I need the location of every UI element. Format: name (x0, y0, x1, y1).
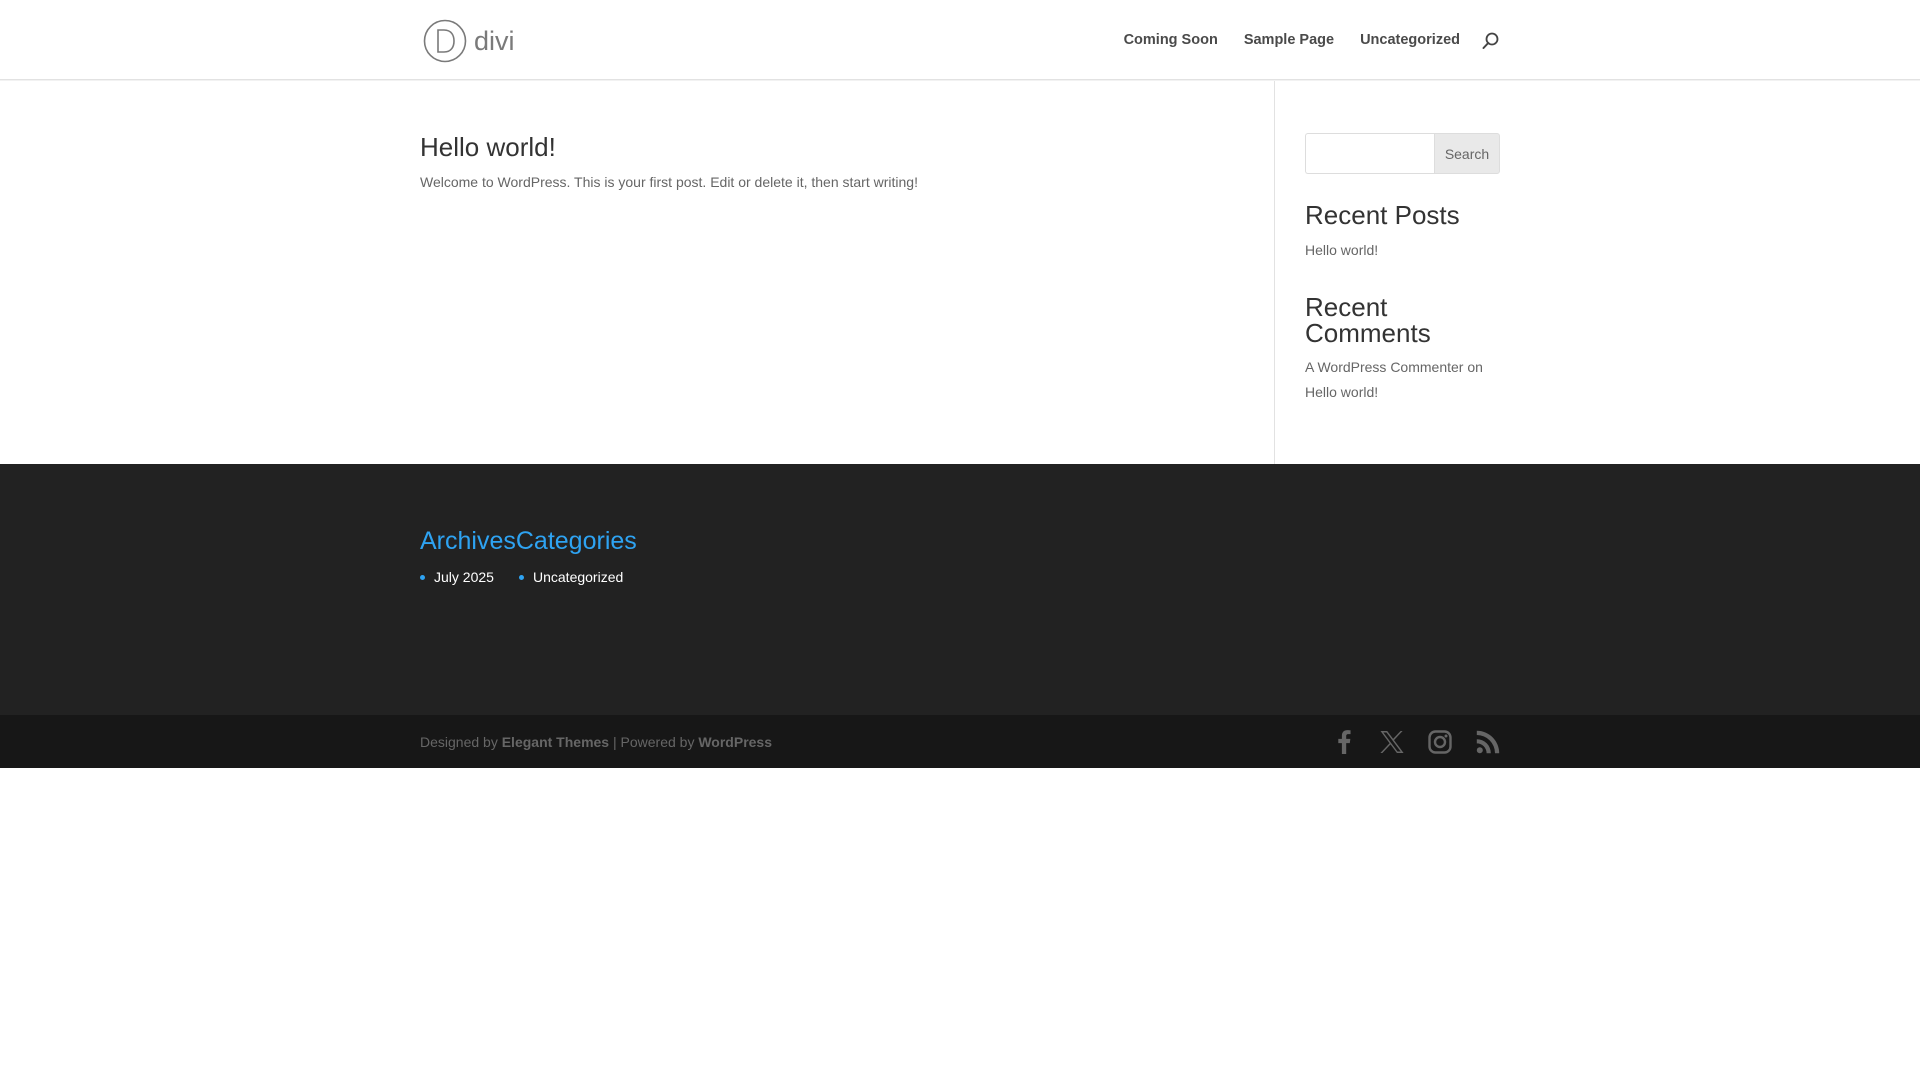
wordpress-link[interactable]: WordPress (698, 734, 772, 750)
post-excerpt: Welcome to WordPress. This is your first… (420, 174, 918, 190)
nav-item-coming-soon[interactable]: Coming Soon (1124, 31, 1218, 49)
x-icon[interactable] (1379, 729, 1405, 755)
bullet-icon (519, 574, 524, 580)
recent-comment-item: A WordPress Commenter on Hello world! (1305, 355, 1505, 405)
site-logo[interactable]: divi (423, 19, 519, 63)
search-input[interactable] (1305, 133, 1434, 174)
recent-posts-title: Recent Posts (1305, 200, 1460, 230)
recent-post-link[interactable]: Hello world! (1305, 238, 1378, 263)
credits-powered-by: Powered by (620, 734, 695, 750)
archive-link[interactable]: July 2025 (434, 567, 494, 587)
facebook-icon[interactable] (1331, 729, 1357, 755)
search-icon[interactable] (1481, 31, 1501, 51)
search-button[interactable]: Search (1434, 133, 1500, 174)
site-header: divi Coming Soon Sample Page Uncategoriz… (0, 0, 1920, 80)
svg-text:divi: divi (474, 26, 515, 56)
comment-connector: on (1467, 359, 1483, 375)
footer-credits: Designed by Elegant Themes | Powered by … (420, 732, 772, 752)
categories-list-item: Uncategorized (519, 567, 623, 587)
credits-designed-by: Designed by (420, 734, 498, 750)
instagram-icon[interactable] (1427, 729, 1453, 755)
comment-post-link[interactable]: Hello world! (1305, 384, 1378, 400)
elegant-themes-link[interactable]: Elegant Themes (502, 734, 609, 750)
nav-item-sample-page[interactable]: Sample Page (1244, 31, 1334, 49)
recent-comments-title-line1: Recent (1305, 292, 1388, 322)
sidebar-search-form: Search (1305, 133, 1500, 174)
bullet-icon (420, 574, 425, 580)
sidebar-divider (1274, 81, 1275, 464)
footer-headings: Archives Categories (420, 526, 637, 556)
footer-widgets: Archives Categories July 2025 Uncategoriz… (0, 464, 1920, 715)
footer-bottom-bar: Designed by Elegant Themes | Powered by … (0, 715, 1920, 768)
rss-icon[interactable] (1475, 729, 1501, 755)
category-link[interactable]: Uncategorized (533, 567, 623, 587)
post-title[interactable]: Hello world! (420, 131, 556, 163)
main-nav: Coming Soon Sample Page Uncategorized (1124, 31, 1460, 49)
main-content: Hello world! Welcome to WordPress. This … (0, 81, 1920, 464)
credits-separator: | (612, 734, 617, 750)
archives-title: Archives (420, 527, 516, 555)
categories-title: Categories (515, 527, 637, 555)
recent-comments-title-line2: Comments (1305, 318, 1431, 348)
archives-list-item: July 2025 (420, 567, 494, 587)
comment-author-link[interactable]: A WordPress Commenter (1305, 359, 1463, 375)
nav-item-uncategorized[interactable]: Uncategorized (1360, 31, 1460, 49)
